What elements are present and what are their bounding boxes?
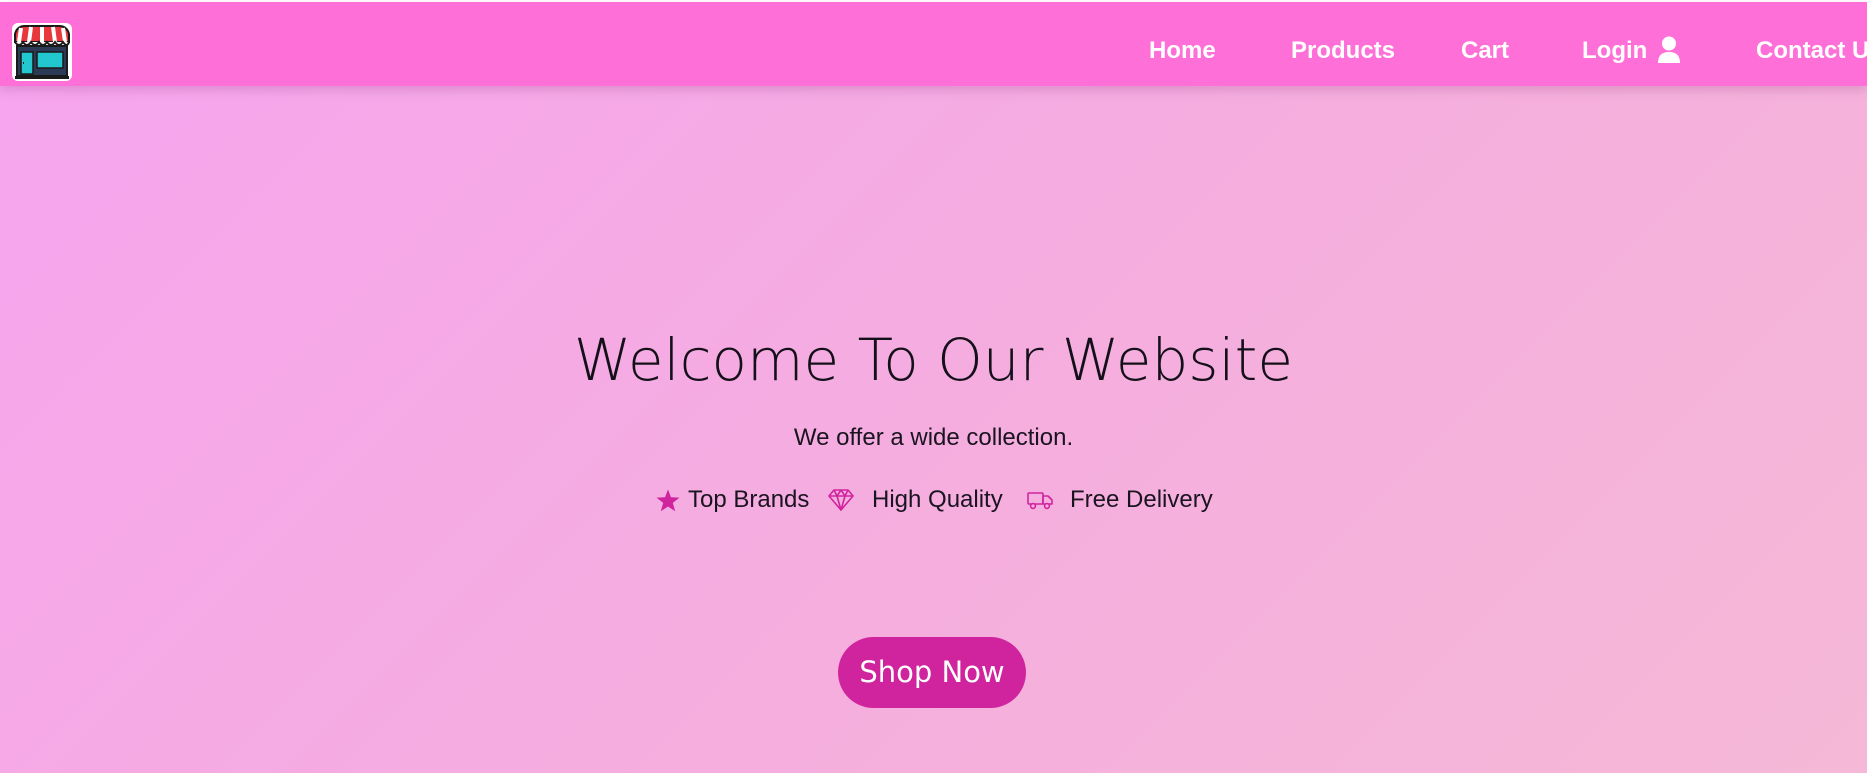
feature-high-quality: High Quality xyxy=(872,486,1003,513)
nav-contact-link[interactable]: Contact Us xyxy=(1756,2,1867,86)
nav-links: Home Products Cart Login Contact Us xyxy=(0,2,1867,86)
nav-login-link[interactable]: Login xyxy=(1582,2,1647,86)
navbar: Home Products Cart Login Contact Us xyxy=(0,2,1867,86)
hero-section: Welcome To Our Website We offer a wide c… xyxy=(0,86,1867,774)
feature-free-delivery: Free Delivery xyxy=(1070,486,1213,513)
feature-top-brands: Top Brands xyxy=(688,486,810,513)
feature-list: Top Brands High Quality Free Delivery xyxy=(656,483,1256,517)
diamond-icon xyxy=(828,489,854,511)
hero-subtitle: We offer a wide collection. xyxy=(793,424,1074,451)
star-icon xyxy=(656,489,680,512)
shop-now-button[interactable]: Shop Now xyxy=(838,637,1026,708)
truck-icon xyxy=(1027,492,1053,510)
nav-cart-link[interactable]: Cart xyxy=(1461,2,1509,86)
hero-title: Welcome To Our Website xyxy=(573,326,1294,394)
nav-products-link[interactable]: Products xyxy=(1291,2,1395,86)
nav-home-link[interactable]: Home xyxy=(1149,2,1216,86)
user-icon[interactable] xyxy=(1657,36,1681,64)
page: Welcome To Our Website We offer a wide c… xyxy=(0,0,1867,774)
